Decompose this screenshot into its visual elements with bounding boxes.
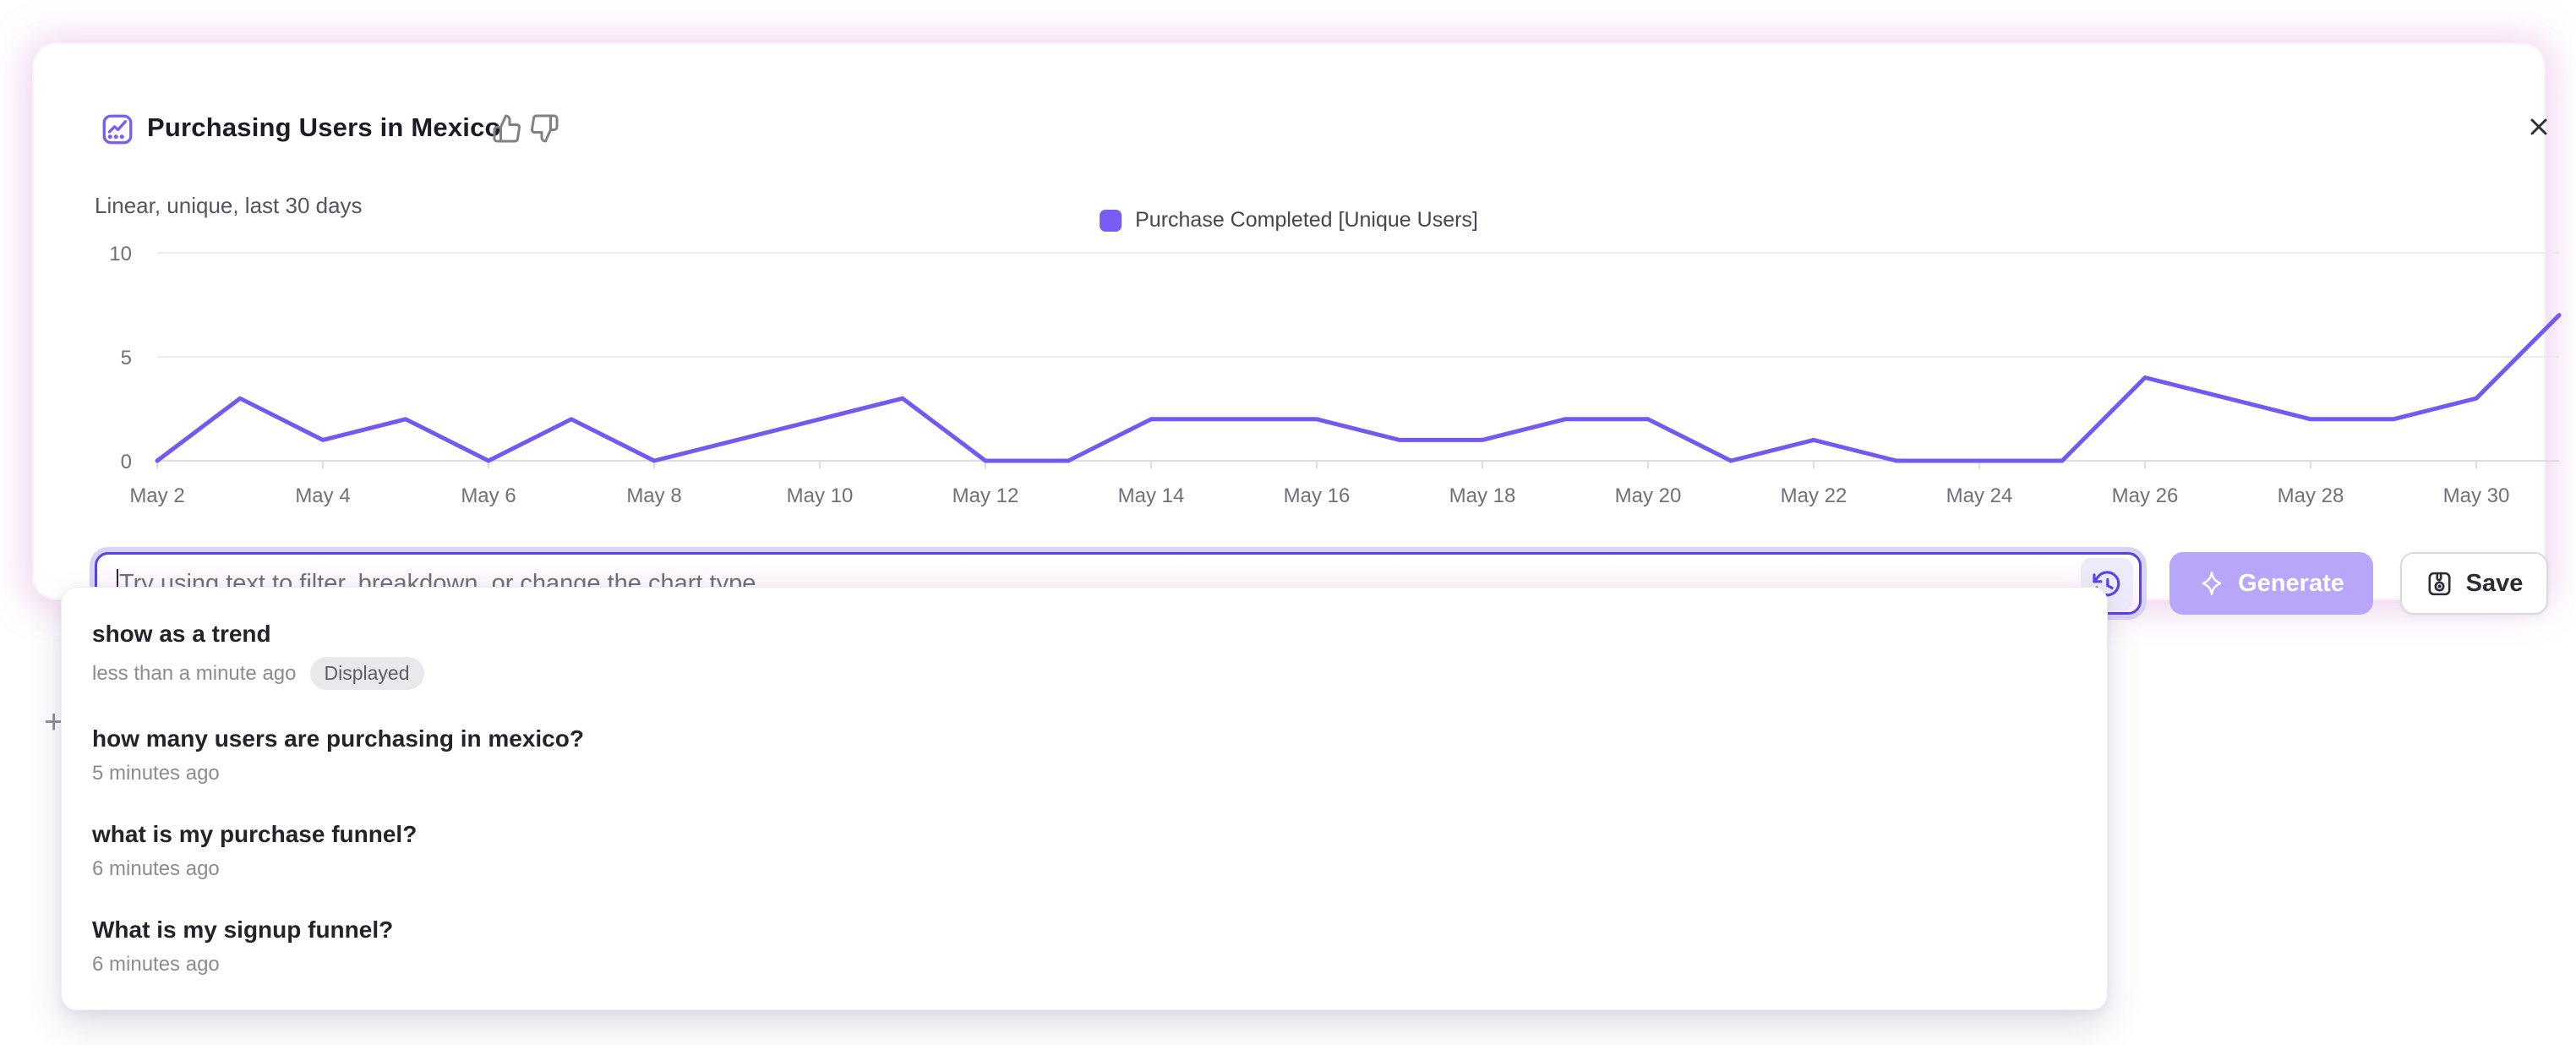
thumbs-up-icon[interactable] [492, 113, 522, 144]
svg-text:May 22: May 22 [1781, 484, 1847, 507]
history-item[interactable]: show as a trend less than a minute ago D… [62, 603, 2107, 708]
svg-text:May 10: May 10 [787, 484, 854, 507]
legend-label: Purchase Completed [Unique Users] [1135, 208, 1478, 233]
svg-text:May 12: May 12 [952, 484, 1019, 507]
history-item-title: what is my purchase funnel? [92, 821, 2077, 848]
svg-text:May 14: May 14 [1118, 484, 1185, 507]
chart-card: Purchasing Users in Mexico Linear, uniqu… [34, 44, 2544, 599]
legend[interactable]: Purchase Completed [Unique Users] [1100, 208, 1478, 233]
svg-text:May 18: May 18 [1449, 484, 1516, 507]
save-label: Save [2466, 570, 2524, 598]
history-item-time: 6 minutes ago [92, 953, 220, 977]
status-badge: Displayed [310, 657, 424, 690]
save-icon [2426, 570, 2453, 598]
line-chart-icon [100, 112, 135, 147]
svg-text:May 4: May 4 [295, 484, 350, 507]
svg-text:May 6: May 6 [461, 484, 516, 507]
svg-text:10: 10 [109, 243, 132, 265]
generate-button[interactable]: Generate [2169, 552, 2373, 615]
page-title: Purchasing Users in Mexico [147, 112, 501, 143]
history-item-time: 5 minutes ago [92, 762, 220, 785]
history-item-time: less than a minute ago [92, 662, 297, 686]
close-icon [2525, 113, 2552, 140]
svg-text:5: 5 [121, 347, 132, 369]
svg-text:May 30: May 30 [2443, 484, 2510, 507]
history-item-time: 6 minutes ago [92, 857, 220, 881]
sparkle-icon [2198, 570, 2225, 597]
line-chart: 0 5 10 May 2 May 4 May 6 May 8 May 10 May 12 May … [68, 238, 2576, 522]
history-item[interactable]: how many users are purchasing in mexico?… [62, 708, 2107, 803]
svg-text:May 28: May 28 [2278, 484, 2344, 507]
history-dropdown: show as a trend less than a minute ago D… [61, 587, 2108, 1010]
chart-subtitle: Linear, unique, last 30 days [95, 193, 363, 219]
legend-swatch [1100, 210, 1122, 232]
thumbs-down-icon[interactable] [529, 113, 559, 144]
save-button[interactable]: Save [2400, 552, 2548, 615]
svg-text:May 26: May 26 [2112, 484, 2179, 507]
svg-text:May 20: May 20 [1615, 484, 1682, 507]
screen: + Purchasing Users in Mexico Linear, uni… [0, 0, 2576, 1045]
history-item[interactable]: What is my signup funnel? 6 minutes ago [62, 899, 2107, 994]
history-item-title: how many users are purchasing in mexico? [92, 725, 2077, 752]
close-button[interactable] [2520, 108, 2557, 145]
svg-text:May 2: May 2 [129, 484, 184, 507]
history-item[interactable]: what is my purchase funnel? 6 minutes ag… [62, 803, 2107, 899]
svg-text:May 24: May 24 [1946, 484, 2013, 507]
history-item-title: show as a trend [92, 621, 2077, 648]
generate-label: Generate [2238, 570, 2344, 598]
history-item-title: What is my signup funnel? [92, 916, 2077, 944]
svg-text:May 16: May 16 [1284, 484, 1351, 507]
svg-text:0: 0 [121, 451, 132, 473]
svg-text:May 8: May 8 [626, 484, 681, 507]
